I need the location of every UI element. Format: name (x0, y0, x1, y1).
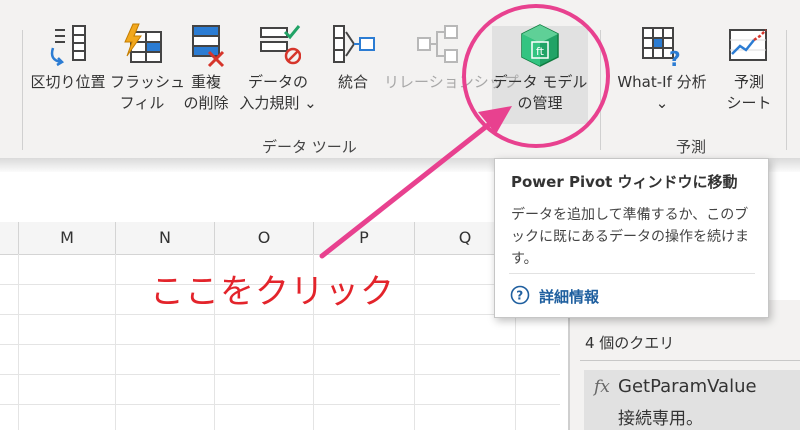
flash-fill-icon (124, 23, 162, 63)
grid-line (0, 404, 560, 405)
consolidate-label: 統合 (337, 73, 368, 91)
group-label-forecast: 予測 (676, 138, 707, 156)
annotation-text: ここをクリック (150, 272, 395, 312)
tooltip-body: データを追加して準備するか、このブックに既にあるデータの操作を続けます。 (511, 207, 749, 267)
consolidate-icon (333, 25, 375, 63)
fx-icon: fx (594, 377, 610, 397)
query-name[interactable]: GetParamValue (618, 376, 757, 397)
text-to-columns-label: 区切り位置 (30, 73, 106, 91)
flash-fill-label-1: フラッシュ (110, 73, 186, 91)
relationships-icon (417, 25, 458, 63)
grid-line (0, 344, 560, 345)
tooltip-title: Power Pivot ウィンドウに移動 (511, 173, 738, 191)
consolidate-button[interactable]: 統合 (328, 22, 378, 93)
ribbon: 区切り位置 フラッシュ フィル 重複 の削除 データの 入力規則 ⌄ 統合 リレ… (0, 0, 800, 158)
column-header-row: M N O P Q (0, 222, 560, 255)
flash-fill-label-2: フィル (119, 94, 165, 112)
text-to-columns-icon (50, 25, 86, 67)
grid-line (0, 314, 560, 315)
help-icon[interactable]: ? (510, 285, 530, 305)
what-if-analysis-icon: ? (642, 27, 681, 68)
group-label-data-tools: データ ツール (262, 138, 357, 156)
ribbon-separator (786, 30, 787, 150)
what-if-analysis-label-1: What-If 分析 (617, 73, 707, 91)
what-if-analysis-dropdown-arrow: ⌄ (655, 94, 669, 112)
data-validation-label-2: 入力規則 ⌄ (239, 94, 317, 112)
flash-fill-button[interactable]: フラッシュ フィル (110, 22, 186, 114)
ribbon-separator (22, 30, 23, 150)
callout-circle (462, 4, 610, 148)
queries-pane-border (568, 300, 570, 430)
forecast-sheet-label-2: シート (726, 94, 772, 112)
svg-text:?: ? (516, 289, 523, 303)
tooltip-separator (509, 273, 755, 274)
text-to-columns-button[interactable]: 区切り位置 (30, 22, 106, 93)
tooltip: Power Pivot ウィンドウに移動 データを追加して準備するか、このブック… (494, 158, 769, 318)
queries-divider (580, 360, 800, 361)
remove-duplicates-icon (192, 25, 225, 68)
data-validation-label-1: データの (247, 73, 308, 91)
column-header-m[interactable]: M (19, 222, 116, 254)
forecast-sheet-label-1: 予測 (733, 73, 764, 91)
column-header-partial (0, 222, 19, 254)
column-header-o[interactable]: O (215, 222, 314, 254)
column-header-p[interactable]: P (314, 222, 415, 254)
grid-line (0, 374, 560, 375)
column-header-n[interactable]: N (116, 222, 215, 254)
tooltip-help-link[interactable]: 詳細情報 (539, 286, 599, 307)
remove-duplicates-label-2: の削除 (183, 94, 229, 112)
remove-duplicates-button[interactable]: 重複 の削除 (178, 22, 234, 114)
data-validation-icon (260, 25, 301, 65)
query-count: 4 個のクエリ (585, 334, 675, 352)
query-description: 接続専用。 (618, 409, 703, 429)
forecast-sheet-button[interactable]: 予測 シート (722, 22, 776, 114)
svg-text:?: ? (669, 47, 681, 68)
forecast-sheet-icon (729, 29, 767, 61)
data-validation-button[interactable]: データの 入力規則 ⌄ (238, 22, 318, 114)
remove-duplicates-label-1: 重複 (190, 73, 221, 91)
what-if-analysis-button[interactable]: ? What-If 分析 ⌄ (610, 22, 714, 114)
